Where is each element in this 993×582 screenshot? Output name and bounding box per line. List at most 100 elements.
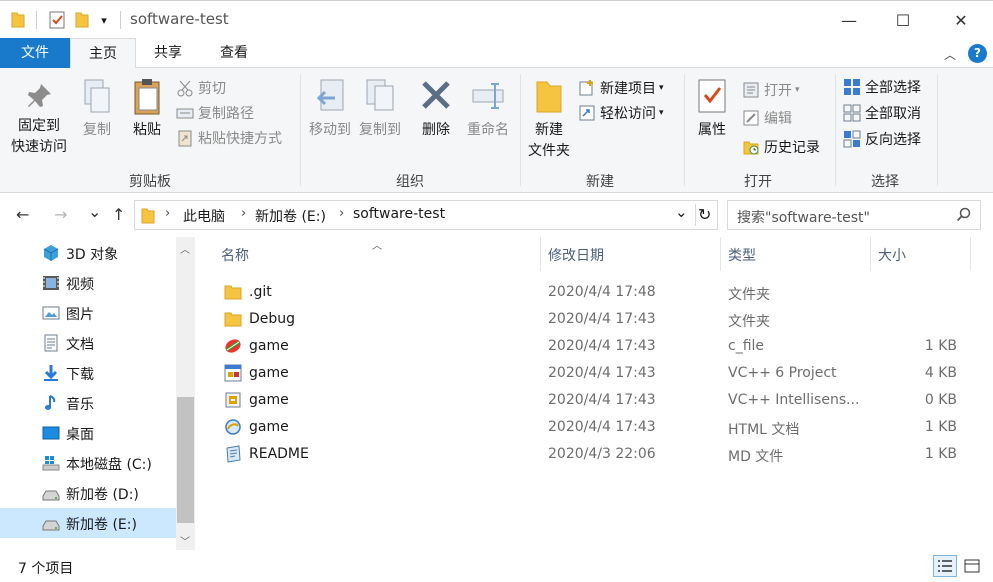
breadcrumb-separator[interactable]: › — [165, 206, 170, 221]
new-item-button[interactable]: 新建项目 ▾ — [578, 76, 664, 100]
rename-icon — [472, 83, 504, 109]
column-header-date[interactable]: 修改日期 — [548, 245, 604, 265]
nav-item-pictures[interactable]: 图片 — [0, 298, 176, 328]
pin-to-quick-access-button[interactable]: 固定到 快速访问 — [8, 80, 70, 158]
search-box[interactable]: 搜索"software-test" — [727, 200, 981, 230]
copy-icon — [84, 79, 110, 113]
search-input[interactable]: 搜索"software-test" — [737, 207, 870, 227]
address-bar[interactable]: › 此电脑 › 新加卷 (E:) › software-test ⌄ ↻ — [134, 200, 718, 230]
column-separator[interactable] — [870, 237, 871, 271]
nav-item-downloads[interactable]: 下载 — [0, 358, 176, 388]
file-name: .git — [249, 284, 272, 300]
sort-ascending-icon: ︿ — [372, 241, 382, 252]
paste-shortcut-button[interactable]: 粘贴快捷方式 — [176, 126, 282, 150]
markdown-icon — [226, 445, 241, 463]
large-icons-view-button[interactable] — [960, 555, 984, 577]
tab-home[interactable]: 主页 — [70, 38, 136, 69]
cut-button[interactable]: 剪切 — [176, 76, 226, 100]
nav-item-drive-c[interactable]: 本地磁盘 (C:) — [0, 448, 176, 478]
new-folder-button[interactable]: 新建 文件夹 — [524, 78, 574, 162]
c-file-icon — [225, 339, 241, 353]
maximize-button[interactable]: ☐ — [880, 1, 926, 39]
file-date: 2020/4/3 22:06 — [548, 446, 656, 462]
rename-button[interactable]: 重命名 — [462, 78, 514, 141]
file-row[interactable]: game 2020/4/4 17:43 HTML 文档 1 KB — [220, 414, 990, 441]
easy-access-button[interactable]: 轻松访问 ▾ — [578, 101, 664, 125]
nav-item-drive-e[interactable]: 新加卷 (E:) — [0, 508, 176, 538]
open-icon — [743, 82, 759, 98]
scrollbar-thumb[interactable] — [177, 397, 194, 523]
edit-label: 编辑 — [764, 111, 792, 127]
nav-item-documents[interactable]: 文档 — [0, 328, 176, 358]
refresh-button[interactable]: ↻ — [698, 205, 711, 224]
item-count: 7 个项目 — [18, 561, 74, 577]
file-name: game — [249, 365, 289, 381]
column-header-type[interactable]: 类型 — [728, 245, 756, 265]
invert-selection-button[interactable]: 反向选择 — [843, 127, 921, 151]
select-none-label: 全部取消 — [865, 106, 921, 122]
copy-button[interactable]: 复制 — [76, 78, 118, 141]
minimize-button[interactable]: — — [826, 1, 872, 39]
file-date: 2020/4/4 17:43 — [548, 311, 656, 327]
breadcrumb-drive-e[interactable]: 新加卷 (E:) — [255, 206, 326, 226]
customize-quick-access-dropdown[interactable]: ▾ — [96, 9, 112, 31]
up-button[interactable]: ↑ — [112, 205, 125, 224]
history-button[interactable]: 历史记录 — [742, 135, 820, 159]
select-all-button[interactable]: 全部选择 — [843, 75, 921, 99]
column-header-name[interactable]: 名称 — [221, 245, 249, 265]
search-icon[interactable] — [956, 207, 972, 223]
new-folder-icon[interactable] — [72, 9, 92, 31]
select-none-button[interactable]: 全部取消 — [843, 101, 921, 125]
back-button[interactable]: ← — [16, 205, 29, 224]
file-row[interactable]: game 2020/4/4 17:43 c_file 1 KB — [220, 333, 990, 360]
move-to-icon — [316, 79, 344, 111]
move-to-button[interactable]: 移动到 — [304, 78, 356, 141]
file-row[interactable]: README 2020/4/3 22:06 MD 文件 1 KB — [220, 441, 990, 468]
tab-share[interactable]: 共享 — [140, 38, 196, 68]
file-list: ︿ 名称 修改日期 类型 大小 .git 2020/4/4 17:48 文件夹 … — [196, 237, 993, 550]
delete-button[interactable]: 删除 — [416, 78, 456, 141]
folder-icon[interactable] — [8, 9, 28, 31]
copy-path-button[interactable]: 复制路径 — [176, 101, 254, 125]
tab-file[interactable]: 文件 — [0, 38, 70, 68]
collapse-ribbon-button[interactable]: ︿ — [944, 46, 956, 63]
file-row[interactable]: Debug 2020/4/4 17:43 文件夹 — [220, 306, 990, 333]
properties-icon[interactable] — [46, 9, 68, 31]
breadcrumb-separator[interactable]: › — [241, 206, 246, 221]
scroll-up-button[interactable]: ︿ — [180, 241, 190, 256]
nav-item-3d-objects[interactable]: 3D 对象 — [0, 238, 176, 268]
open-button[interactable]: 打开 ▾ — [742, 78, 800, 102]
nav-item-music[interactable]: 音乐 — [0, 388, 176, 418]
column-separator[interactable] — [720, 237, 721, 271]
properties-button[interactable]: 属性 — [690, 78, 734, 141]
breadcrumb-separator[interactable]: › — [339, 206, 344, 221]
close-button[interactable]: ✕ — [938, 1, 984, 39]
recent-locations-button[interactable]: ⌄ — [88, 202, 101, 221]
copy-to-button[interactable]: 复制到 — [354, 78, 406, 141]
scroll-down-button[interactable]: ﹀ — [180, 533, 190, 548]
column-header-size[interactable]: 大小 — [878, 245, 906, 265]
details-view-button[interactable] — [933, 555, 957, 577]
tab-view[interactable]: 查看 — [206, 38, 262, 68]
details-view-icon — [938, 560, 952, 572]
file-row[interactable]: game 2020/4/4 17:43 VC++ Intellisens... … — [220, 387, 990, 414]
new-folder-label-line2: 文件夹 — [528, 143, 570, 159]
breadcrumb-current-folder[interactable]: software-test — [353, 206, 445, 222]
file-row[interactable]: .git 2020/4/4 17:48 文件夹 — [220, 279, 990, 306]
file-size: 1 KB — [924, 338, 957, 354]
address-dropdown-button[interactable]: ⌄ — [675, 203, 688, 221]
forward-button[interactable]: → — [54, 205, 67, 224]
file-size: 1 KB — [924, 419, 957, 435]
edit-button[interactable]: 编辑 — [742, 106, 792, 130]
nav-item-videos[interactable]: 视频 — [0, 268, 176, 298]
column-separator[interactable] — [970, 237, 971, 271]
nav-item-desktop[interactable]: 桌面 — [0, 418, 176, 448]
breadcrumb-this-pc[interactable]: 此电脑 — [183, 206, 225, 226]
help-button[interactable]: ? — [968, 44, 987, 63]
windows-drive-icon — [42, 456, 60, 471]
nav-item-label: 新加卷 (E:) — [66, 517, 137, 533]
file-row[interactable]: game 2020/4/4 17:43 VC++ 6 Project 4 KB — [220, 360, 990, 387]
column-separator[interactable] — [540, 237, 541, 271]
paste-button[interactable]: 粘贴 — [126, 78, 168, 141]
nav-item-drive-d[interactable]: 新加卷 (D:) — [0, 478, 176, 508]
